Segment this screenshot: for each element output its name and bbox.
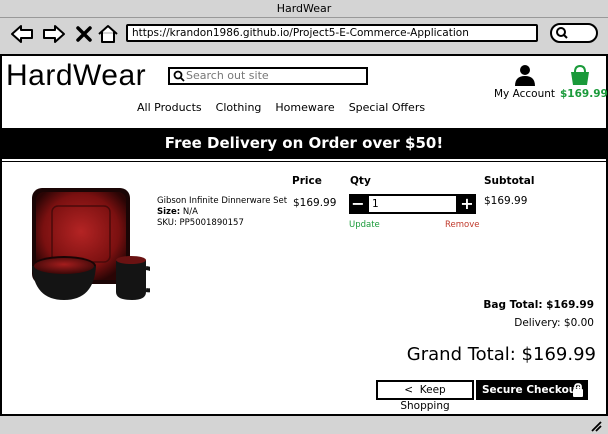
my-account-label: My Account — [494, 88, 556, 100]
site-search-input[interactable]: Search out site — [168, 67, 368, 85]
divider — [0, 161, 608, 162]
qty-input[interactable]: 1 — [367, 194, 458, 214]
browser-search-field[interactable] — [550, 23, 598, 43]
secure-checkout-label: Secure Checkout — [482, 384, 582, 396]
item-price: $169.99 — [293, 197, 337, 209]
keep-shopping-button[interactable]: < Keep Shopping — [376, 380, 474, 412]
home-icon[interactable] — [96, 23, 120, 45]
nav-special-offers[interactable]: Special Offers — [349, 101, 425, 114]
nav-homeware[interactable]: Homeware — [275, 101, 334, 114]
delivery-cost: Delivery: $0.00 — [514, 317, 594, 329]
site-logo[interactable]: HardWear — [6, 59, 146, 93]
search-placeholder: Search out site — [186, 69, 269, 82]
sku-label: SKU: — [157, 218, 177, 228]
status-bar — [0, 414, 608, 434]
chevron-left-icon: < — [404, 384, 414, 396]
stop-icon[interactable] — [72, 23, 96, 45]
search-icon — [556, 27, 568, 39]
size-value: N/A — [182, 207, 198, 217]
my-account-link[interactable]: My Account — [494, 64, 555, 100]
qty-column-header: Qty — [350, 175, 371, 187]
bag-total: Bag Total: $169.99 — [483, 299, 594, 311]
back-icon[interactable] — [10, 23, 34, 45]
free-delivery-banner: Free Delivery on Order over $50! — [0, 129, 608, 159]
item-subtotal: $169.99 — [484, 195, 528, 207]
secure-checkout-button[interactable]: Secure Checkout — [476, 380, 588, 400]
lock-icon — [573, 383, 583, 397]
search-icon — [173, 70, 185, 82]
subtotal-column-header: Subtotal — [484, 175, 535, 187]
main-nav: All Products Clothing Homeware Special O… — [137, 101, 425, 114]
qty-decrement-button[interactable]: − — [349, 194, 367, 214]
price-column-header: Price — [292, 175, 322, 187]
nav-all-products[interactable]: All Products — [137, 101, 202, 114]
update-link[interactable]: Update — [349, 220, 380, 230]
resize-grip-icon[interactable] — [588, 418, 602, 432]
url-bar[interactable]: https://krandon1986.github.io/Project5-E… — [126, 24, 538, 42]
grand-total: Grand Total: $169.99 — [406, 344, 596, 365]
qty-increment-button[interactable]: + — [458, 194, 476, 214]
user-icon — [515, 65, 535, 86]
browser-toolbar: https://krandon1986.github.io/Project5-E… — [0, 18, 608, 56]
basket-icon — [571, 64, 589, 85]
sku-value: PP5001890157 — [179, 218, 244, 228]
window-title: HardWear — [0, 0, 608, 18]
remove-link[interactable]: Remove — [445, 220, 480, 230]
nav-clothing[interactable]: Clothing — [216, 101, 262, 114]
cart-link[interactable]: $169.99 — [558, 64, 608, 100]
product-name[interactable]: Gibson Infinite Dinnerware Set — [157, 196, 287, 207]
forward-icon[interactable] — [42, 23, 66, 45]
size-label: Size: — [157, 207, 181, 217]
cart-total: $169.99 — [560, 88, 608, 100]
product-info: Gibson Infinite Dinnerware Set Size: N/A… — [157, 196, 287, 229]
product-image — [28, 184, 161, 304]
